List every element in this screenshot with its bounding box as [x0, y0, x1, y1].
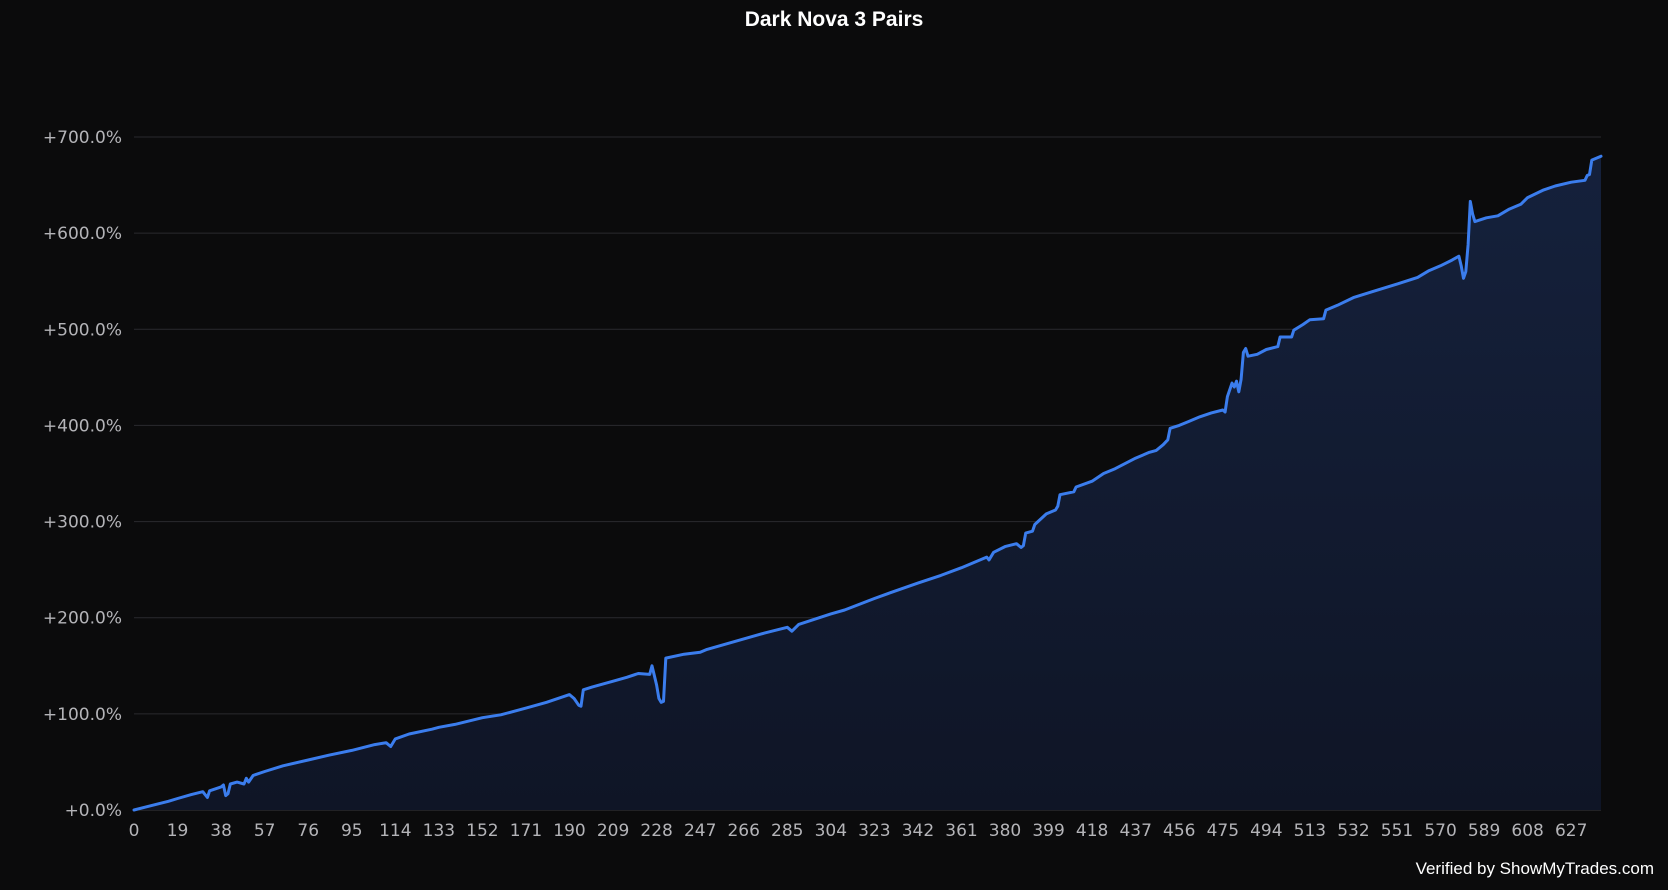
x-tick-label: 342 — [902, 821, 934, 841]
x-tick-label: 513 — [1294, 821, 1326, 841]
watermark: Verified by ShowMyTrades.com — [1415, 859, 1654, 878]
y-tick-label: +500.0% — [43, 320, 122, 340]
y-axis: +0.0% +100.0% +200.0% +300.0% +400.0% +500.0%… — [43, 128, 122, 821]
x-tick-label: 114 — [379, 821, 411, 841]
y-tick-label: +600.0% — [43, 224, 122, 244]
y-tick-label: +300.0% — [43, 513, 122, 533]
x-tick-label: 171 — [510, 821, 542, 841]
y-tick-label: +200.0% — [43, 609, 122, 629]
x-tick-label: 551 — [1381, 821, 1413, 841]
x-tick-label: 247 — [684, 821, 716, 841]
x-tick-label: 494 — [1250, 821, 1282, 841]
y-tick-label: +100.0% — [43, 705, 122, 725]
x-tick-label: 570 — [1424, 821, 1456, 841]
x-tick-label: 190 — [553, 821, 585, 841]
x-tick-label: 399 — [1032, 821, 1064, 841]
x-axis: 0 19 38 57 76 95 114 133 152 171 190 209 228 247 266 28… — [129, 821, 1588, 841]
x-tick-label: 57 — [254, 821, 276, 841]
x-tick-label: 95 — [341, 821, 363, 841]
y-tick-label: +400.0% — [43, 416, 122, 436]
x-tick-label: 475 — [1207, 821, 1239, 841]
x-tick-label: 380 — [989, 821, 1021, 841]
y-tick-label: +0.0% — [65, 801, 122, 821]
x-tick-label: 228 — [640, 821, 672, 841]
x-tick-label: 304 — [815, 821, 847, 841]
x-tick-label: 532 — [1337, 821, 1369, 841]
x-tick-label: 266 — [727, 821, 759, 841]
series-area — [134, 156, 1601, 810]
x-tick-label: 418 — [1076, 821, 1108, 841]
x-tick-label: 456 — [1163, 821, 1195, 841]
x-tick-label: 589 — [1468, 821, 1500, 841]
x-tick-label: 285 — [771, 821, 803, 841]
x-tick-label: 38 — [210, 821, 232, 841]
x-tick-label: 437 — [1119, 821, 1151, 841]
x-tick-label: 76 — [297, 821, 319, 841]
chart-container: Dark Nova 3 Pairs +0.0% +100.0% +200.0% +30… — [0, 0, 1668, 890]
x-tick-label: 323 — [858, 821, 890, 841]
area-layer — [134, 156, 1601, 810]
x-tick-label: 627 — [1555, 821, 1587, 841]
x-tick-label: 152 — [466, 821, 498, 841]
x-tick-label: 133 — [423, 821, 455, 841]
x-tick-label: 209 — [597, 821, 629, 841]
x-tick-label: 361 — [945, 821, 977, 841]
x-tick-label: 0 — [129, 821, 140, 841]
x-tick-label: 19 — [167, 821, 189, 841]
y-tick-label: +700.0% — [43, 128, 122, 148]
equity-chart: +0.0% +100.0% +200.0% +300.0% +400.0% +500.0%… — [43, 128, 1603, 841]
x-tick-label: 608 — [1511, 821, 1543, 841]
